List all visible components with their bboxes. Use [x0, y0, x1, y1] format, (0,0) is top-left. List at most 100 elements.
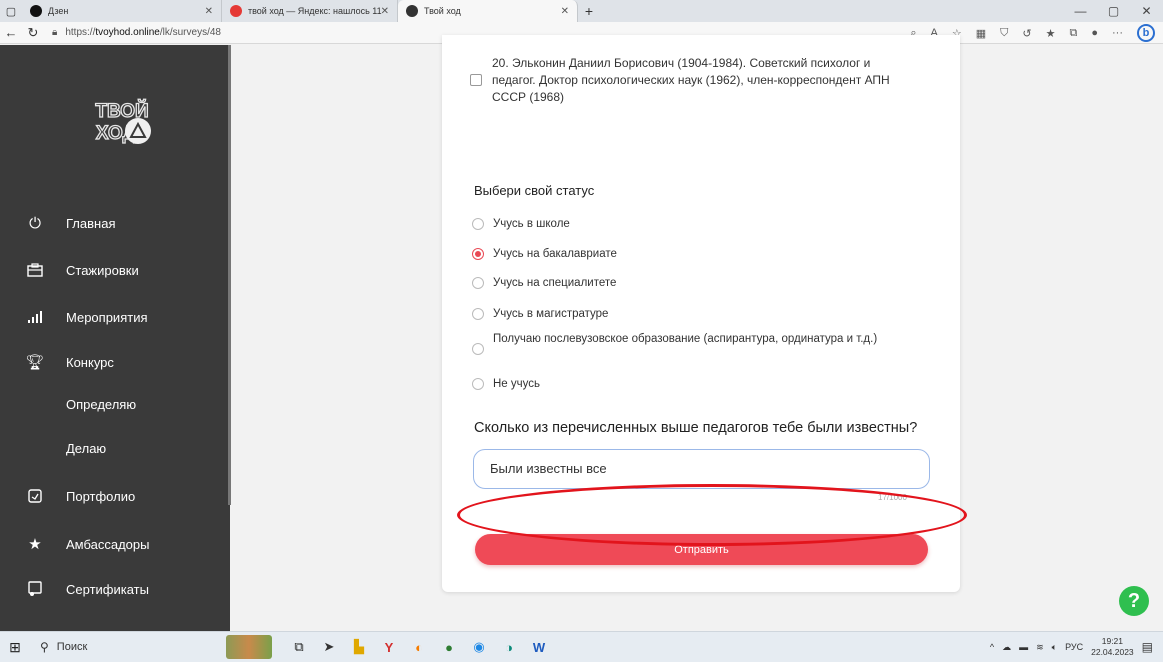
radio-button[interactable]: [472, 308, 484, 320]
profile-avatar-icon[interactable]: ●: [1091, 27, 1098, 39]
tab-tvoy-hod[interactable]: Твой ход ✕: [398, 0, 578, 22]
status-option[interactable]: Учусь на бакалавриате: [472, 246, 912, 262]
radio-button[interactable]: [472, 343, 484, 355]
sidebar-item-label: Портфолио: [66, 488, 136, 504]
close-tab-icon[interactable]: ✕: [381, 6, 389, 17]
edge-icon[interactable]: ◑: [496, 634, 522, 660]
answer-input[interactable]: Были известны все: [473, 449, 930, 489]
tvoy-hod-logo[interactable]: ТВОЙ ХОД: [82, 95, 162, 159]
radio-button-checked[interactable]: [472, 248, 484, 260]
search-icon: ⚲: [40, 640, 49, 654]
file-explorer-icon[interactable]: ▙: [346, 634, 372, 660]
extension-icon[interactable]: ▦: [976, 27, 986, 40]
radio-button[interactable]: [472, 378, 484, 390]
shield-icon[interactable]: ⛉: [1000, 27, 1008, 40]
tab-dzen[interactable]: Дзен ✕: [22, 0, 222, 22]
known-teachers-question-title: Сколько из перечисленных выше педагогов …: [474, 420, 918, 436]
onedrive-icon[interactable]: ☁: [1002, 642, 1011, 653]
sidebar: ТВОЙ ХОД ⏻ Главная Стажировки Мероприяти…: [0, 45, 230, 631]
battery-icon[interactable]: ▬: [1019, 642, 1028, 652]
url-path: /lk/surveys/48: [159, 27, 221, 38]
close-tab-icon[interactable]: ✕: [205, 6, 213, 17]
lock-icon: 🔒︎: [52, 27, 58, 38]
sidebar-item-do[interactable]: Делаю: [0, 433, 230, 463]
refresh-icon[interactable]: ↻: [22, 25, 44, 41]
char-counter: 17/1000: [878, 493, 907, 502]
telegram-icon[interactable]: ◉: [466, 634, 492, 660]
sidebar-item-internships[interactable]: Стажировки: [0, 255, 230, 285]
taskbar-search[interactable]: ⚲ Поиск: [40, 640, 190, 654]
windows-start-icon[interactable]: ⊞: [0, 639, 30, 656]
sidebar-item-determine[interactable]: Определяю: [0, 389, 230, 419]
radio-button[interactable]: [472, 218, 484, 230]
notification-icon[interactable]: ▤: [1142, 640, 1153, 654]
media-app-icon[interactable]: ➤: [316, 634, 342, 660]
status-option[interactable]: Учусь на специалитете: [472, 275, 912, 291]
tray-overflow-icon[interactable]: ^: [990, 642, 994, 652]
sidebar-item-portfolio[interactable]: Портфолио: [0, 481, 230, 511]
yandex-favicon-icon: [230, 5, 242, 17]
task-view-icon[interactable]: ⧉: [286, 634, 312, 660]
whatsapp-icon[interactable]: ●: [436, 634, 462, 660]
cat-image-icon[interactable]: [226, 635, 272, 659]
submit-button[interactable]: Отправить: [475, 534, 928, 565]
clock-time: 19:21: [1101, 636, 1124, 646]
system-tray: ^ ☁ ▬ ≋ 🔈︎ РУС 19:21 22.04.2023 ▤: [990, 632, 1153, 662]
minimize-button[interactable]: —: [1064, 0, 1097, 22]
status-option-label: Учусь на специалитете: [493, 277, 617, 289]
help-button[interactable]: ?: [1119, 586, 1149, 616]
sidebar-item-events[interactable]: Мероприятия: [0, 302, 230, 332]
option-20-checkbox[interactable]: [470, 74, 482, 86]
more-menu-icon[interactable]: ···: [1112, 27, 1123, 39]
browser-tab-bar: ▢ Дзен ✕ твой ход — Яндекс: нашлось 11 ✕…: [0, 0, 1163, 22]
url-field[interactable]: 🔒︎ https:// tvoyhod.online /lk/surveys/4…: [52, 27, 221, 38]
tvoy-hod-favicon-icon: [406, 5, 418, 17]
chat-app-icon[interactable]: ◐: [406, 634, 432, 660]
bing-icon[interactable]: b: [1137, 24, 1155, 42]
status-question-title: Выбери свой статус: [474, 183, 595, 198]
sidebar-item-label: Амбассадоры: [66, 536, 150, 552]
sidebar-item-label: Стажировки: [66, 262, 139, 278]
option-20-row[interactable]: 20. Эльконин Даниил Борисович (1904-1984…: [470, 55, 910, 106]
refresh-ext-icon[interactable]: ↺: [1022, 27, 1031, 40]
wifi-icon[interactable]: ≋: [1036, 642, 1044, 653]
close-tab-icon[interactable]: ✕: [561, 6, 569, 17]
status-option-label: Учусь в магистратуре: [493, 308, 609, 320]
collections-icon[interactable]: ⧉: [1069, 27, 1077, 40]
word-icon[interactable]: W: [526, 634, 552, 660]
status-option[interactable]: Не учусь: [472, 376, 912, 392]
sidebar-item-contest[interactable]: 🏆︎ Конкурс: [0, 347, 230, 377]
close-window-button[interactable]: ✕: [1130, 0, 1163, 22]
sidebar-item-label: Определяю: [66, 396, 137, 412]
status-option-label: Получаю послевузовское образование (аспи…: [493, 333, 878, 345]
favorites-icon[interactable]: ★: [1046, 27, 1056, 40]
sidebar-item-label: Сертификаты: [66, 581, 149, 597]
restore-button[interactable]: ▢: [1097, 0, 1130, 22]
yandex-browser-icon[interactable]: Y: [376, 634, 402, 660]
status-option[interactable]: Учусь в школе: [472, 216, 912, 232]
sidebar-item-ambassadors[interactable]: ★ Амбассадоры: [0, 529, 230, 559]
radio-button[interactable]: [472, 277, 484, 289]
clock-date: 22.04.2023: [1091, 647, 1134, 657]
portfolio-icon: [22, 489, 48, 503]
url-prefix: https://: [65, 27, 96, 38]
status-option[interactable]: Учусь в магистратуре: [472, 306, 912, 322]
bars-icon: [22, 311, 48, 323]
new-tab-button[interactable]: +: [578, 3, 600, 19]
briefcase-icon: [22, 263, 48, 277]
status-option[interactable]: Получаю послевузовское образование (аспи…: [472, 331, 892, 355]
sidebar-item-certificates[interactable]: Сертификаты: [0, 574, 230, 604]
language-indicator[interactable]: РУС: [1065, 642, 1083, 652]
search-label: Поиск: [56, 641, 88, 653]
sidebar-item-label: Главная: [66, 215, 116, 231]
volume-icon[interactable]: 🔈︎: [1052, 642, 1057, 653]
clock[interactable]: 19:21 22.04.2023: [1091, 636, 1134, 658]
survey-card: 20. Эльконин Даниил Борисович (1904-1984…: [442, 35, 960, 592]
back-arrow-icon[interactable]: ←: [0, 25, 22, 40]
option-20-label: 20. Эльконин Даниил Борисович (1904-1984…: [492, 56, 890, 104]
sidebar-item-label: Делаю: [66, 440, 107, 456]
status-option-label: Не учусь: [493, 378, 540, 390]
sidebar-item-main[interactable]: ⏻ Главная: [0, 208, 230, 238]
tab-actions-icon[interactable]: ▢: [0, 0, 22, 22]
tab-yandex[interactable]: твой ход — Яндекс: нашлось 11 ✕: [222, 0, 398, 22]
